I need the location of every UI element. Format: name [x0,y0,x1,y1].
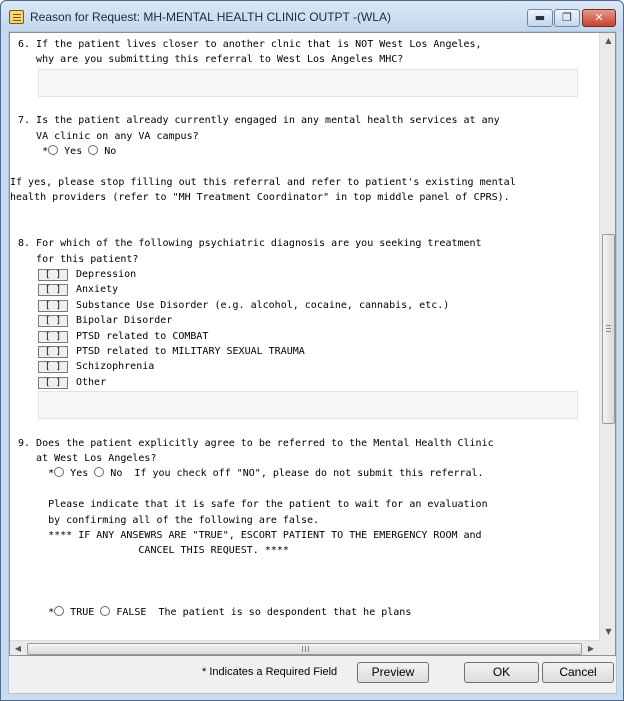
q9-instruction-line4: CANCEL THIS REQUEST. **** [18,545,289,557]
q8-label-substance: Substance Use Disorder (e.g. alcohol, co… [76,299,450,311]
horizontal-scrollbar[interactable]: ◀ ▶ [10,640,599,655]
q8-option-ptsd-combat[interactable]: [ ] PTSD related to COMBAT [38,329,598,344]
q8-option-substance[interactable]: [ ] Substance Use Disorder (e.g. alcohol,… [38,298,598,313]
preview-button[interactable]: Preview [357,662,429,683]
q7-note-line1: If yes, please stop filling out this ref… [10,176,516,188]
maximize-button[interactable]: ❐ [554,9,580,27]
q8-option-bipolar[interactable]: [ ] Bipolar Disorder [38,313,598,328]
q9a-options: * TRUE FALSE The patient is so desponden… [18,605,598,620]
scroll-right-arrow[interactable]: ▶ [583,641,599,655]
horizontal-scroll-thumb[interactable] [27,643,582,655]
q8-checkbox-bipolar[interactable]: [ ] [38,315,68,328]
title-bar[interactable]: Reason for Request: MH-MENTAL HEALTH CLI… [1,1,623,31]
q9-no-radio[interactable] [94,467,105,478]
q8-option-depression[interactable]: [ ] Depression [38,267,598,282]
ok-button[interactable]: OK [464,662,539,683]
scroll-grip-icon [606,325,611,332]
cancel-button[interactable]: Cancel [542,662,614,683]
q8-checkbox-depression[interactable]: [ ] [38,269,68,282]
q9a-false-radio[interactable] [100,605,111,616]
close-button[interactable]: ✕ [582,9,616,27]
q7-no-radio[interactable] [88,144,99,155]
q8-other-field[interactable] [38,391,578,420]
q8-checkbox-anxiety[interactable]: [ ] [38,284,68,297]
q9-text-line2: at West Los Angeles? [18,452,157,464]
q7-yes-label: Yes [64,145,83,157]
q7-text-line2: VA clinic on any VA campus? [18,130,199,142]
q8-label-bipolar: Bipolar Disorder [76,315,173,327]
window-title: Reason for Request: MH-MENTAL HEALTH CLI… [30,10,391,24]
q8-option-schizophrenia[interactable]: [ ] Schizophrenia [38,359,598,374]
q9-no-label: No [110,468,123,480]
q9a-false-label: FALSE [116,606,147,618]
q8-label-other: Other [76,376,107,388]
q7-text-line1: 7. Is the patient already currently enga… [18,115,500,127]
q8-checkbox-schizophrenia[interactable]: [ ] [38,361,68,374]
scroll-down-arrow[interactable]: ▼ [600,624,615,640]
scroll-left-arrow[interactable]: ◀ [10,641,26,655]
app-notepad-icon [9,10,24,24]
q7-no-label: No [104,145,117,157]
q9-options: * Yes No If you check off "NO", please d… [18,466,598,481]
dialog-client-area: 6. If the patient lives closer to anothe… [8,31,617,694]
q8-label-ptsd-mst: PTSD related to MILITARY SEXUAL TRAUMA [76,346,305,358]
q8-checkbox-ptsd-mst[interactable]: [ ] [38,346,68,359]
q6-text-line1: 6. If the patient lives closer to anothe… [18,39,482,50]
q8-text-line2: for this patient? [18,253,139,265]
q9-yes-radio[interactable] [54,467,65,478]
q8-checkbox-substance[interactable]: [ ] [38,299,68,312]
scrollbar-corner [599,640,615,655]
q8-checkbox-other[interactable]: [ ] [38,376,68,389]
request-window: Reason for Request: MH-MENTAL HEALTH CLI… [0,0,624,701]
q9-instruction-line1: Please indicate that it is safe for the … [18,499,488,511]
reason-for-request-form: 6. If the patient lives closer to anothe… [9,32,616,656]
scroll-grip-icon [302,646,309,652]
vertical-scroll-thumb[interactable] [602,234,615,424]
q8-label-depression: Depression [76,269,137,281]
q9a-true-radio[interactable] [54,605,65,616]
q7-options: * Yes No [18,144,598,159]
minimize-button[interactable]: ▬ [527,9,553,27]
q8-label-schizophrenia: Schizophrenia [76,361,155,373]
q6-text-line2: why are you submitting this referral to … [18,54,404,66]
q9a-true-label: TRUE [70,606,95,618]
q8-option-anxiety[interactable]: [ ] Anxiety [38,282,598,297]
q9-instruction-line3: **** IF ANY ANSEWRS ARE "TRUE", ESCORT P… [18,529,482,541]
q9a-statement: The patient is so despondent that he pla… [158,606,412,618]
required-field-note: * Indicates a Required Field [202,666,338,678]
scroll-up-arrow[interactable]: ▲ [600,33,615,49]
q8-label-anxiety: Anxiety [76,284,119,296]
q8-checkbox-ptsd-combat[interactable]: [ ] [38,330,68,343]
q9-instruction-line2: by confirming all of the following are f… [18,514,320,526]
q9-no-note: If you check off "NO", please do not sub… [134,468,484,480]
q9-yes-label: Yes [70,468,89,480]
q9-text-line1: 9. Does the patient explicitly agree to … [18,437,494,449]
q7-note-line2: health providers (refer to "MH Treatment… [10,192,510,204]
q7-yes-radio[interactable] [48,144,59,155]
q8-option-other[interactable]: [ ] Other [38,375,598,390]
q8-text-line1: 8. For which of the following psychiatri… [18,238,482,250]
vertical-scrollbar[interactable]: ▲ ▼ [599,33,615,640]
form-content: 6. If the patient lives closer to anothe… [10,37,598,620]
q8-option-ptsd-mst[interactable]: [ ] PTSD related to MILITARY SEXUAL TRAUM… [38,344,598,359]
q8-label-ptsd-combat: PTSD related to COMBAT [76,330,209,342]
q6-answer-field[interactable] [38,68,578,97]
